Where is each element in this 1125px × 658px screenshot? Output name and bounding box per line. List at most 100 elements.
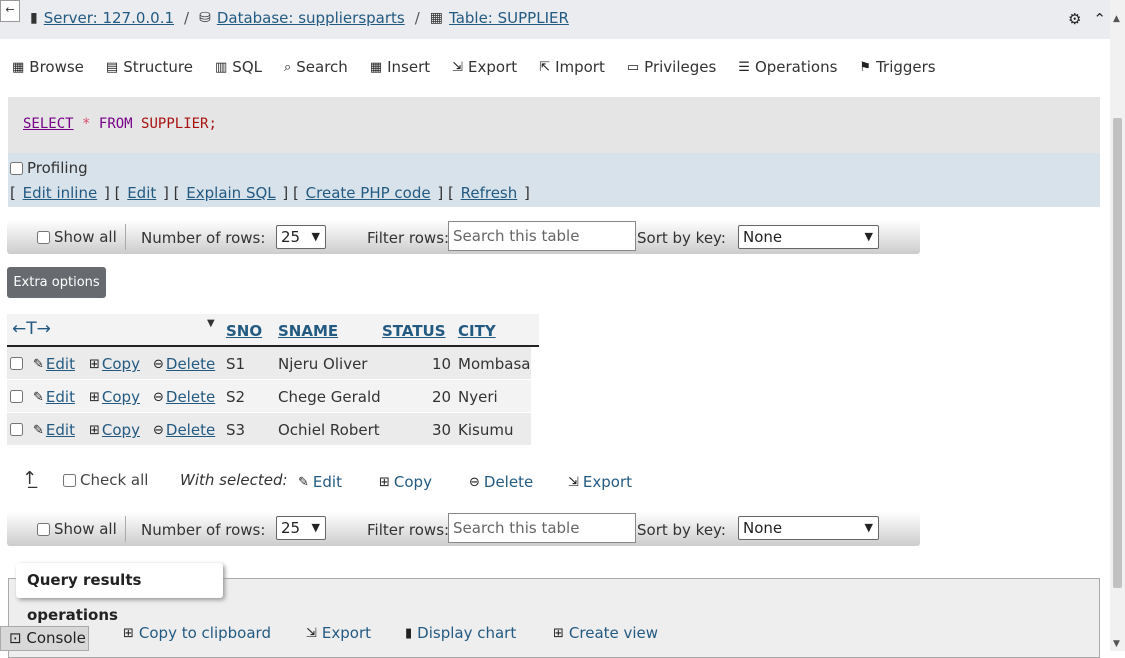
filter-rows-input[interactable]: Search this table [448, 513, 636, 543]
number-of-rows-select[interactable]: 25 ▼ [276, 516, 326, 540]
row-checkbox[interactable] [10, 357, 23, 370]
column-nav-arrows[interactable]: ←T→ [12, 319, 51, 339]
show-all-checkbox[interactable] [37, 230, 50, 244]
column-header-sno[interactable]: SNO [226, 322, 262, 340]
number-of-rows-value: 25 [281, 228, 301, 246]
row-copy-link[interactable]: Copy [102, 355, 140, 373]
cell-sno[interactable]: S2 [226, 388, 245, 406]
sql-links: [ Edit inline ] [ Edit ] [ Explain SQL ]… [10, 184, 530, 202]
tab-search[interactable]: ⌕ Search [284, 58, 348, 76]
table-header: ←T→ ▼ SNO SNAME STATUS CITY [7, 314, 539, 347]
show-all-checkbox[interactable] [37, 522, 50, 536]
cell-sno[interactable]: S3 [226, 421, 245, 439]
row-copy-action[interactable]: ⊞ Copy [89, 388, 140, 406]
refresh-link[interactable]: Refresh [461, 184, 518, 202]
create-view-label: Create view [568, 624, 659, 642]
row-checkbox[interactable] [10, 423, 23, 436]
tab-label: Structure [123, 58, 193, 76]
table-icon: ▦ [429, 10, 444, 26]
scrollbar-thumb[interactable] [1113, 118, 1122, 588]
bulk-copy-button[interactable]: ⊞ Copy [379, 473, 432, 491]
show-all-option[interactable]: Show all [37, 228, 117, 246]
column-header-status[interactable]: STATUS [382, 322, 446, 340]
bulk-edit-label: Edit [312, 473, 342, 491]
row-edit-link[interactable]: Edit [46, 421, 75, 439]
export-link[interactable]: ⇲ Export [306, 624, 371, 642]
breadcrumb-server[interactable]: Server: 127.0.0.1 [44, 9, 174, 27]
create-php-code-link[interactable]: Create PHP code [306, 184, 431, 202]
tab-privileges[interactable]: ▭ Privileges [627, 58, 716, 76]
profiling-checkbox[interactable] [10, 161, 23, 175]
check-all-checkbox[interactable] [63, 473, 76, 487]
filter-rows-input[interactable]: Search this table [448, 221, 636, 251]
row-copy-action[interactable]: ⊞ Copy [89, 355, 140, 373]
sort-by-key-select[interactable]: None ▼ [738, 225, 879, 249]
row-delete-link[interactable]: Delete [166, 421, 215, 439]
cell-sname[interactable]: Chege Gerald [278, 388, 381, 406]
sort-by-key-select[interactable]: None ▼ [738, 516, 879, 540]
row-edit-link[interactable]: Edit [46, 388, 75, 406]
row-copy-action[interactable]: ⊞ Copy [89, 421, 140, 439]
row-delete-action[interactable]: ⊖ Delete [153, 355, 215, 373]
show-all-option[interactable]: Show all [37, 520, 117, 538]
tab-structure[interactable]: ▤ Structure [106, 58, 193, 76]
sort-indicator-icon[interactable]: ▼ [207, 318, 215, 329]
tab-operations[interactable]: ☰ Operations [738, 58, 837, 76]
row-delete-link[interactable]: Delete [166, 355, 215, 373]
export-label: Export [321, 624, 372, 642]
breadcrumb: ▮ Server: 127.0.0.1 / ⛁ Database: suppli… [30, 9, 569, 27]
row-edit-action[interactable]: ✎ Edit [33, 388, 75, 406]
row-copy-link[interactable]: Copy [102, 421, 140, 439]
row-edit-action[interactable]: ✎ Edit [33, 421, 75, 439]
vertical-scrollbar[interactable]: ▲ ▼ [1110, 0, 1125, 651]
console-button[interactable]: ⊡ Console [0, 626, 89, 651]
extra-options-button[interactable]: Extra options [7, 267, 106, 298]
row-delete-link[interactable]: Delete [166, 388, 215, 406]
tab-import[interactable]: ⇱ Import [539, 58, 605, 76]
cell-sname[interactable]: Ochiel Robert [278, 421, 380, 439]
row-copy-link[interactable]: Copy [102, 388, 140, 406]
tab-export[interactable]: ⇲ Export [452, 58, 517, 76]
settings-gear-icon[interactable]: ⚙ [1068, 10, 1081, 28]
scroll-down-icon[interactable]: ▼ [1113, 639, 1120, 649]
copy-to-clipboard-link[interactable]: ⊞ Copy to clipboard [123, 624, 271, 642]
row-delete-action[interactable]: ⊖ Delete [153, 421, 215, 439]
row-edit-action[interactable]: ✎ Edit [33, 355, 75, 373]
cell-status[interactable]: 10 [432, 355, 451, 373]
cell-status[interactable]: 20 [432, 388, 451, 406]
breadcrumb-table[interactable]: Table: SUPPLIER [449, 9, 569, 27]
display-chart-link[interactable]: ▮ Display chart [405, 624, 516, 642]
scroll-up-icon[interactable]: ▲ [1113, 14, 1120, 24]
back-button[interactable]: ← [0, 0, 20, 22]
row-checkbox[interactable] [10, 390, 23, 403]
row-edit-link[interactable]: Edit [46, 355, 75, 373]
cell-city[interactable]: Mombasa [458, 355, 530, 373]
bulk-delete-button[interactable]: ⊖ Delete [469, 473, 533, 491]
sql-query-box[interactable]: SELECT * FROM SUPPLIER; [8, 97, 1100, 153]
edit-inline-link[interactable]: Edit inline [23, 184, 98, 202]
cell-city[interactable]: Nyeri [458, 388, 498, 406]
cell-sno[interactable]: S1 [226, 355, 245, 373]
row-delete-action[interactable]: ⊖ Delete [153, 388, 215, 406]
tab-triggers[interactable]: ⚑ Triggers [859, 58, 935, 76]
copy-icon: ⊞ [89, 356, 100, 372]
cell-city[interactable]: Kisumu [458, 421, 513, 439]
tab-sql[interactable]: ▥ SQL [215, 58, 262, 76]
create-view-link[interactable]: ⊞ Create view [553, 624, 658, 642]
cell-sname[interactable]: Njeru Oliver [278, 355, 367, 373]
profiling-option[interactable]: Profiling [10, 159, 88, 177]
breadcrumb-database[interactable]: Database: suppliersparts [217, 9, 405, 27]
explain-sql-link[interactable]: Explain SQL [186, 184, 275, 202]
column-header-sname[interactable]: SNAME [278, 322, 338, 340]
check-all-option[interactable]: Check all [63, 471, 148, 489]
column-header-city[interactable]: CITY [458, 322, 496, 340]
number-of-rows-select[interactable]: 25 ▼ [276, 225, 326, 249]
edit-link[interactable]: Edit [127, 184, 156, 202]
console-label: Console [26, 629, 86, 647]
tab-browse[interactable]: ▦ Browse [12, 58, 84, 76]
bulk-export-button[interactable]: ⇲ Export [568, 473, 632, 491]
tab-insert[interactable]: ▦ Insert [370, 58, 430, 76]
cell-status[interactable]: 30 [432, 421, 451, 439]
collapse-icon[interactable]: ⌃ [1093, 10, 1106, 28]
bulk-edit-button[interactable]: ✎ Edit [298, 473, 342, 491]
